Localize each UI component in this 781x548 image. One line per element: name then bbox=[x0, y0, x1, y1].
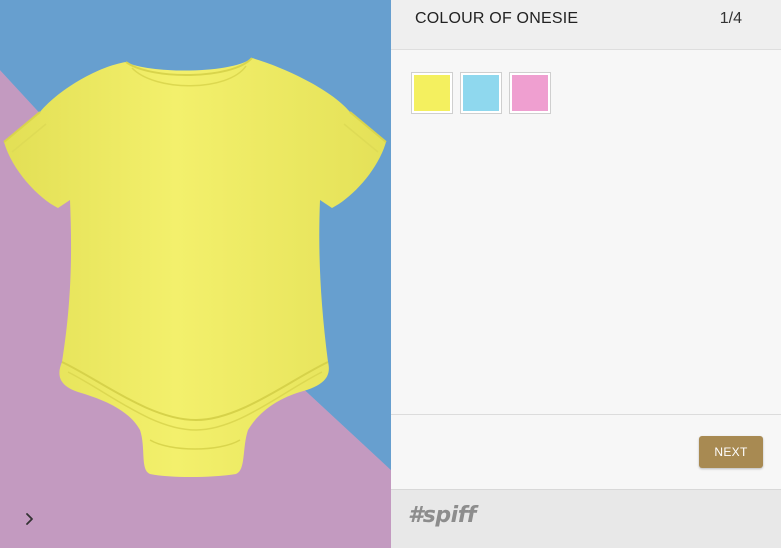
step-counter: 1/4 bbox=[719, 10, 742, 27]
next-button[interactable]: NEXT bbox=[699, 436, 763, 468]
chevron-right-icon[interactable] bbox=[18, 507, 42, 531]
step-title: COLOUR OF ONESIE bbox=[415, 10, 579, 27]
onesie-image bbox=[3, 57, 387, 477]
color-swatch-list bbox=[411, 72, 551, 114]
swatch-blue[interactable] bbox=[460, 72, 502, 114]
step-header: COLOUR OF ONESIE 1/4 bbox=[391, 0, 781, 50]
brand-logo: #spiff bbox=[408, 503, 476, 528]
swatch-yellow[interactable] bbox=[411, 72, 453, 114]
customizer-panel: COLOUR OF ONESIE 1/4 NEXT #spiff bbox=[391, 0, 781, 548]
footer: #spiff bbox=[391, 489, 781, 548]
swatch-pink[interactable] bbox=[509, 72, 551, 114]
product-preview bbox=[0, 0, 391, 548]
divider bbox=[391, 414, 781, 415]
